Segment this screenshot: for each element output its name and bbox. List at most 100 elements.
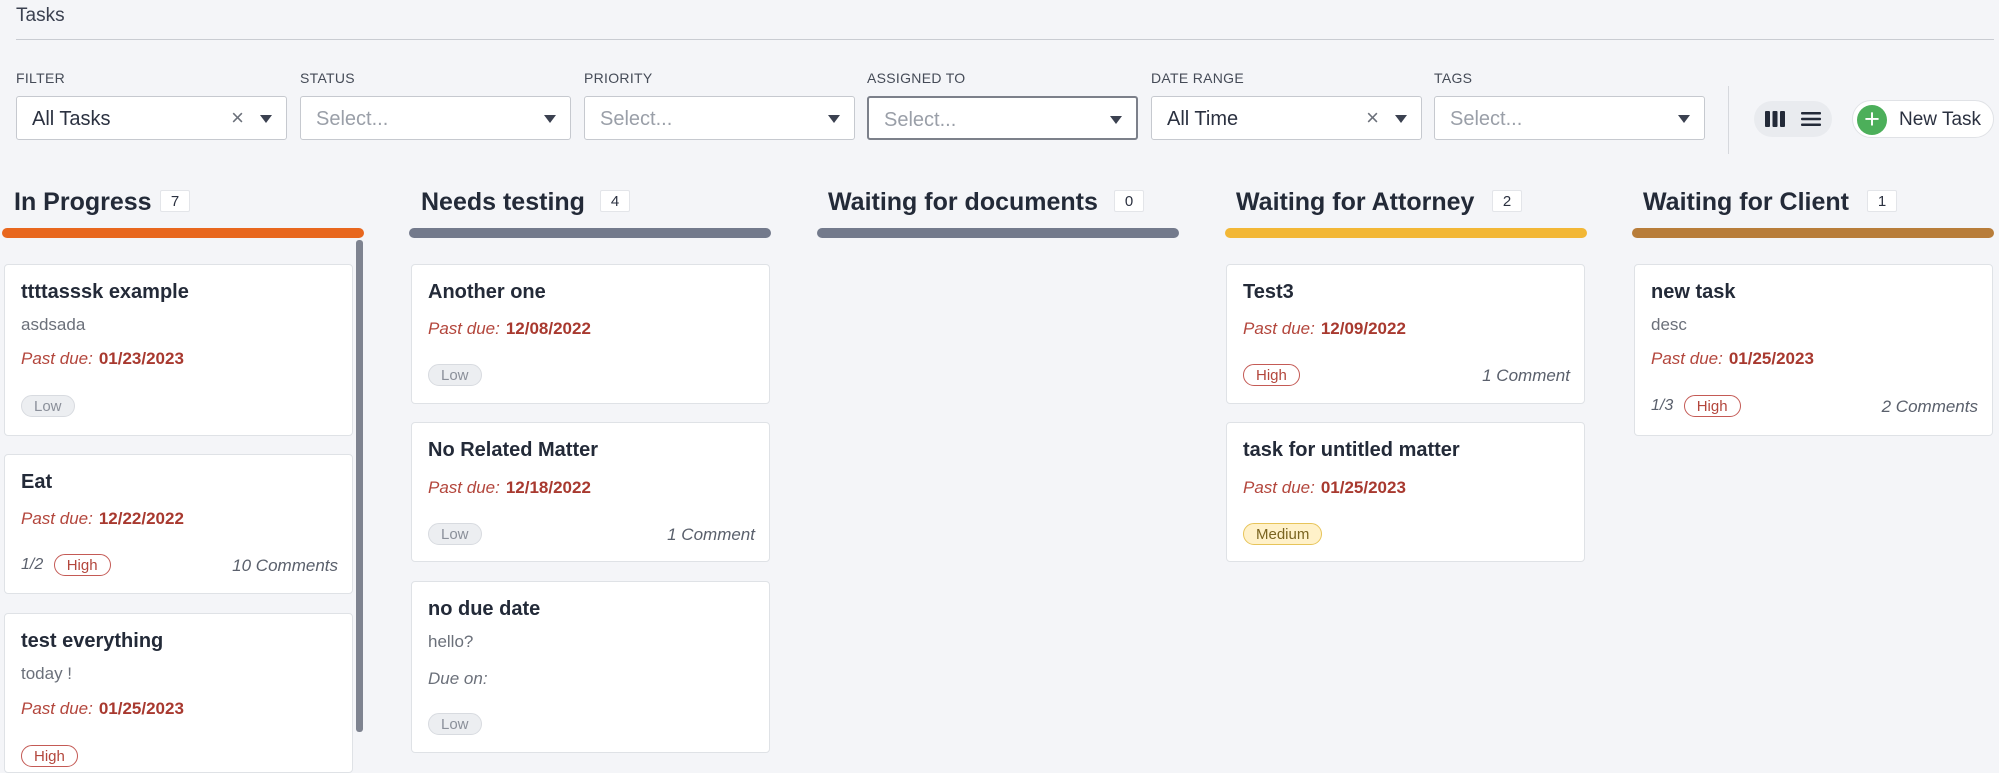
task-description: hello?	[428, 632, 474, 651]
status-select-placeholder: Select...	[316, 108, 389, 130]
due-date: 12/09/2022	[1320, 319, 1406, 338]
clear-icon[interactable]: ×	[231, 105, 244, 131]
date-range-select-value: All Time	[1167, 108, 1239, 130]
assigned-to-select-placeholder: Select...	[884, 109, 957, 131]
task-card[interactable]: task for untitled matter Past due: 01/25/…	[1226, 422, 1585, 562]
comment-count[interactable]: 2 Comments	[1882, 397, 1978, 417]
chevron-down-icon[interactable]	[828, 115, 840, 123]
chevron-down-icon[interactable]	[1395, 115, 1407, 123]
priority-badge: Low	[428, 523, 482, 545]
priority-badge: High	[53, 554, 111, 576]
task-title: Eat	[21, 471, 53, 493]
past-due-label: Past due:	[21, 699, 93, 718]
tags-select[interactable]: Select...	[1434, 96, 1705, 140]
chevron-down-icon[interactable]	[260, 115, 272, 123]
task-footer: High	[21, 745, 338, 769]
task-footer: Medium	[1243, 523, 1570, 547]
past-due-label: Past due:	[428, 478, 500, 497]
task-footer: 1/2 High 10 Comments	[21, 554, 338, 578]
column-bar-in-progress	[2, 228, 364, 238]
column-count-waiting-client: 1	[1867, 190, 1897, 212]
clear-icon[interactable]: ×	[1366, 105, 1379, 131]
column-title-in-progress: In Progress	[14, 188, 152, 216]
task-description: today !	[21, 664, 73, 683]
task-due: Past due: 12/18/2022	[428, 478, 591, 498]
task-card[interactable]: new task desc Past due: 01/25/2023 1/3 Hi…	[1634, 264, 1993, 436]
priority-badge: High	[1243, 364, 1300, 386]
task-card[interactable]: Another one Past due: 12/08/2022 Low	[411, 264, 770, 404]
due-date: 01/25/2023	[1320, 478, 1406, 497]
filter-select-value: All Tasks	[32, 108, 111, 130]
due-date: 01/25/2023	[1728, 349, 1814, 368]
task-card[interactable]: no due date hello? Due on: Low	[411, 581, 770, 753]
status-select[interactable]: Select...	[300, 96, 571, 140]
chevron-down-icon[interactable]	[1678, 115, 1690, 123]
task-card[interactable]: No Related Matter Past due: 12/18/2022 Lo…	[411, 422, 770, 562]
comment-count[interactable]: 1 Comment	[1482, 366, 1570, 386]
comment-count[interactable]: 1 Comment	[667, 525, 755, 545]
priority-badge: High	[21, 745, 78, 767]
task-title: new task	[1651, 281, 1736, 303]
assigned-to-label: ASSIGNED TO	[867, 70, 966, 86]
due-date: 12/08/2022	[505, 319, 591, 338]
task-due: Past due: 12/08/2022	[428, 319, 591, 339]
task-footer: Low	[21, 395, 338, 419]
subtask-count: 1/2	[21, 556, 44, 573]
due-date: 01/25/2023	[98, 699, 184, 718]
task-due: Past due: 01/25/2023	[1243, 478, 1406, 498]
chevron-down-icon[interactable]	[544, 115, 556, 123]
past-due-label: Past due:	[1243, 319, 1315, 338]
date-range-label: DATE RANGE	[1151, 70, 1244, 86]
chevron-down-icon[interactable]	[1110, 116, 1122, 124]
breadcrumb: Tasks	[16, 5, 65, 26]
past-due-label: Past due:	[1651, 349, 1723, 368]
priority-select-placeholder: Select...	[600, 108, 673, 130]
column-scrollbar[interactable]	[356, 240, 363, 732]
new-task-label: New Task	[1899, 109, 1982, 130]
task-due: Due on:	[428, 669, 488, 689]
task-footer: High 1 Comment	[1243, 364, 1570, 388]
task-footer: Low	[428, 364, 755, 388]
task-title: no due date	[428, 598, 541, 620]
task-due: Past due: 01/25/2023	[21, 699, 184, 719]
task-card[interactable]: ttttasssk example asdsada Past due: 01/23…	[4, 264, 353, 436]
comment-count[interactable]: 10 Comments	[232, 556, 338, 576]
task-title: task for untitled matter	[1243, 439, 1460, 461]
plus-icon: +	[1857, 105, 1887, 135]
column-title-needs-testing: Needs testing	[421, 188, 585, 216]
priority-badge: Low	[428, 713, 482, 735]
past-due-label: Past due:	[428, 319, 500, 338]
header-divider	[16, 39, 1994, 40]
view-toggle	[1754, 101, 1832, 137]
column-title-waiting-client: Waiting for Client	[1643, 188, 1849, 216]
past-due-label: Past due:	[21, 349, 93, 368]
task-title: ttttasssk example	[21, 281, 189, 303]
column-bar-needs-testing	[409, 228, 771, 238]
filter-select[interactable]: All Tasks ×	[16, 96, 287, 140]
priority-select[interactable]: Select...	[584, 96, 855, 140]
priority-label: PRIORITY	[584, 70, 653, 86]
toolbar-divider	[1728, 86, 1729, 154]
date-range-select[interactable]: All Time ×	[1151, 96, 1422, 140]
due-date: 12/22/2022	[98, 509, 184, 528]
task-card[interactable]: test everything today ! Past due: 01/25/2…	[4, 613, 353, 773]
task-title: Another one	[428, 281, 546, 303]
new-task-button[interactable]: + New Task	[1852, 100, 1994, 138]
due-on-label: Due on:	[428, 669, 488, 688]
task-card[interactable]: Eat Past due: 12/22/2022 1/2 High 10 Comm…	[4, 454, 353, 594]
status-label: STATUS	[300, 70, 355, 86]
task-card[interactable]: Test3 Past due: 12/09/2022 High 1 Comment	[1226, 264, 1585, 404]
due-date: 12/18/2022	[505, 478, 591, 497]
priority-badge: Medium	[1243, 523, 1323, 545]
column-bar-waiting-documents	[817, 228, 1179, 238]
tags-select-placeholder: Select...	[1450, 108, 1523, 130]
task-footer: Low 1 Comment	[428, 523, 755, 547]
assigned-to-select[interactable]: Select...	[867, 96, 1138, 140]
priority-badge: Low	[428, 364, 482, 386]
subtask-count: 1/3	[1651, 397, 1674, 414]
columns-icon[interactable]	[1764, 108, 1786, 130]
list-icon[interactable]	[1800, 108, 1822, 130]
past-due-label: Past due:	[21, 509, 93, 528]
column-count-in-progress: 7	[160, 190, 190, 212]
task-title: Test3	[1243, 281, 1294, 303]
